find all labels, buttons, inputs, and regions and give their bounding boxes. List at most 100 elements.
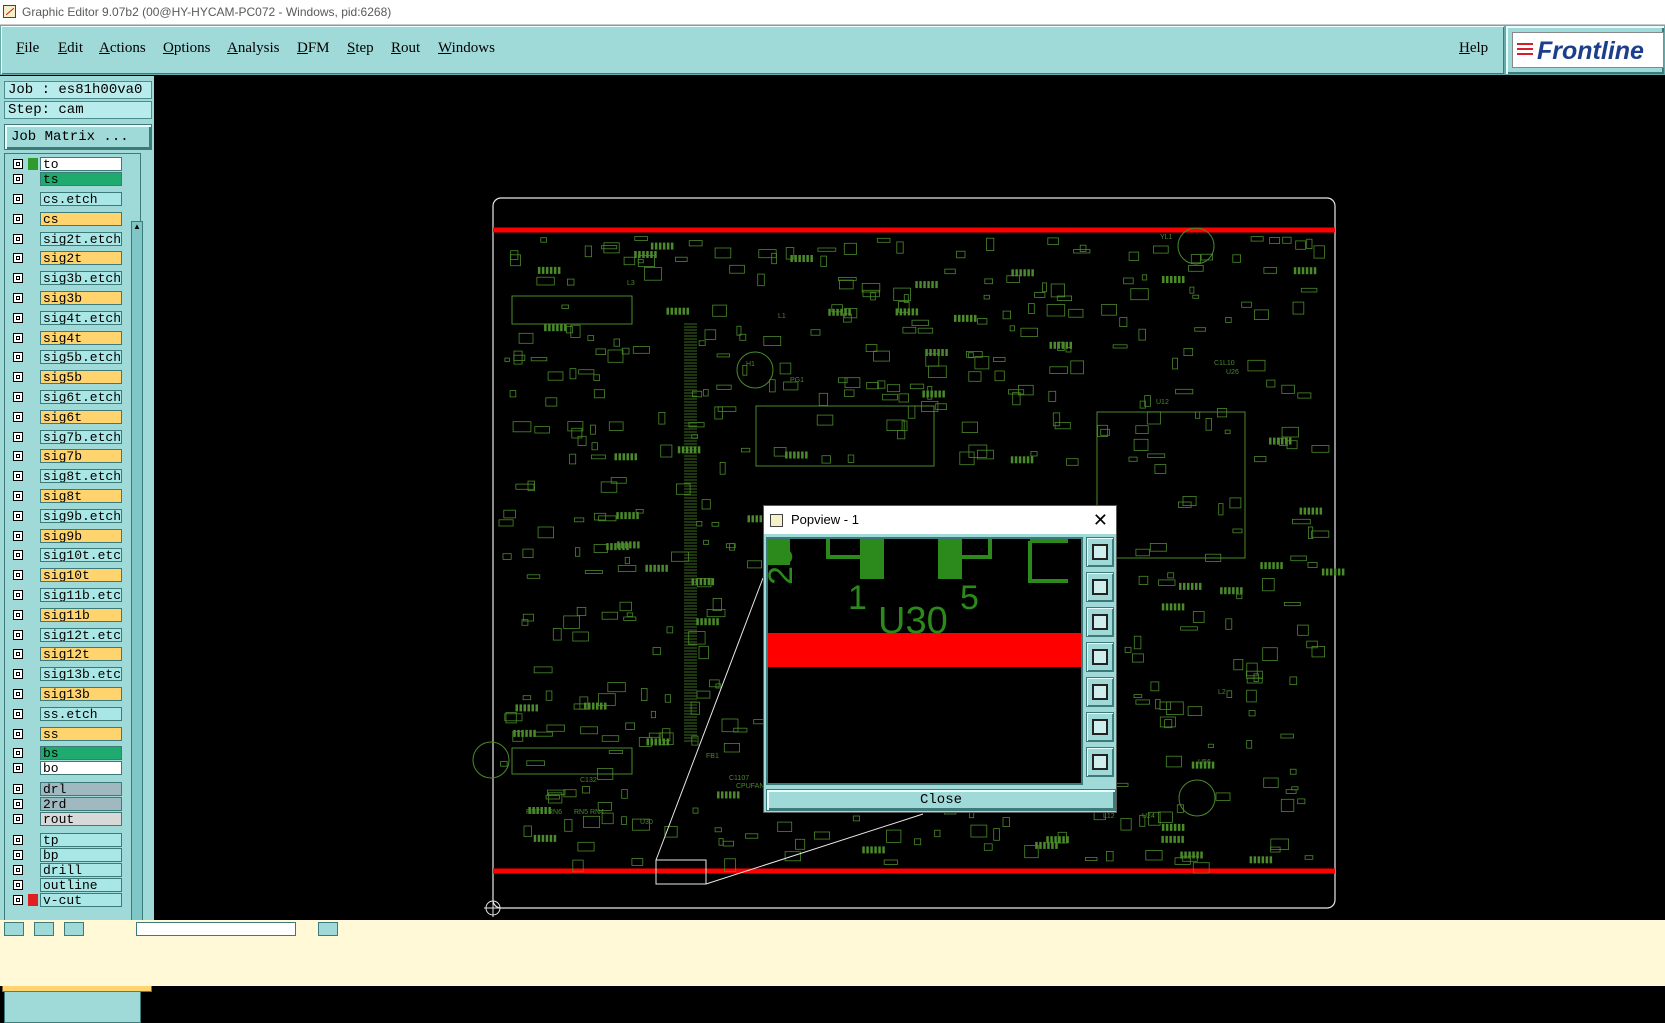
layer-name[interactable]: sig8t <box>40 489 122 503</box>
pan-right-icon[interactable] <box>1086 677 1114 707</box>
layer-checkbox[interactable] <box>13 895 23 906</box>
layer-checkbox[interactable] <box>13 293 23 303</box>
layer-checkbox[interactable] <box>13 850 23 861</box>
popview-titlebar[interactable]: Popview - 1 ✕ <box>764 506 1116 534</box>
layer-row-sig3b[interactable]: sig3b <box>7 291 127 305</box>
layer-name[interactable]: sig9b <box>40 528 122 543</box>
layer-row-sig2t[interactable]: sig2t <box>7 251 127 266</box>
layer-row-outline[interactable]: outline <box>7 878 127 893</box>
job-matrix-button[interactable]: Job Matrix ... <box>4 124 152 150</box>
zoom-out-icon[interactable] <box>1086 747 1114 777</box>
layer-name[interactable]: sig8t.etch <box>40 469 122 484</box>
menu-windows[interactable]: Windows <box>438 40 495 57</box>
layer-row-sig2t.etch[interactable]: sig2t.etch <box>7 231 127 246</box>
layer-checkbox[interactable] <box>13 213 23 224</box>
layer-row-v-cut[interactable]: v-cut <box>7 893 127 908</box>
layer-row-ss.etch[interactable]: ss.etch <box>7 706 127 721</box>
layer-row-rout[interactable]: rout <box>7 812 127 827</box>
layer-checkbox[interactable] <box>13 253 23 264</box>
layer-name[interactable]: sig7b.etch <box>40 429 122 444</box>
layer-name[interactable]: sig10t.etch <box>40 548 122 563</box>
layer-row-2rd[interactable]: 2rd <box>7 797 127 812</box>
menu-analysis[interactable]: Analysis <box>227 40 280 57</box>
layer-row-sig11b.etch[interactable]: sig11b.etch <box>7 588 127 602</box>
layer-checkbox[interactable] <box>13 799 23 810</box>
layer-row-sig12t.etch[interactable]: sig12t.etch <box>7 627 127 642</box>
layer-name[interactable]: bs <box>40 746 122 761</box>
layer-checkbox[interactable] <box>13 629 23 640</box>
layer-row-sig8t[interactable]: sig8t <box>7 489 127 503</box>
layer-name[interactable]: bp <box>40 848 122 863</box>
layer-name[interactable]: bo <box>40 761 122 776</box>
layer-name[interactable]: sig2t.etch <box>40 231 122 246</box>
command-entry[interactable] <box>136 922 296 936</box>
layer-checkbox[interactable] <box>13 491 23 501</box>
layer-row-sig7b[interactable]: sig7b <box>7 449 127 464</box>
layer-name[interactable]: sig2t <box>40 251 122 266</box>
menu-step[interactable]: Step <box>347 40 374 57</box>
layer-name[interactable]: sig13b <box>40 687 122 701</box>
layer-checkbox[interactable] <box>13 835 23 846</box>
layer-list-scrollbar[interactable]: ▲ ▼ <box>131 221 143 971</box>
layer-row-sig10t.etch[interactable]: sig10t.etch <box>7 548 127 563</box>
layer-row-sig12t[interactable]: sig12t <box>7 647 127 662</box>
layer-name[interactable]: sig12t <box>40 647 122 662</box>
bottom-tool-2-icon[interactable] <box>34 922 54 936</box>
layer-row-sig9b.etch[interactable]: sig9b.etch <box>7 508 127 523</box>
layer-row-sig7b.etch[interactable]: sig7b.etch <box>7 429 127 444</box>
layer-checkbox[interactable] <box>13 784 23 795</box>
menu-help[interactable]: Help <box>1459 40 1488 57</box>
popview-close-button[interactable]: Close <box>766 789 1116 811</box>
layer-checkbox[interactable] <box>13 392 23 402</box>
layer-name[interactable]: drill <box>40 863 122 878</box>
pan-up-icon[interactable] <box>1086 572 1114 602</box>
layer-checkbox[interactable] <box>13 708 23 719</box>
layer-checkbox[interactable] <box>13 431 23 442</box>
layer-name[interactable]: sig6t.etch <box>40 390 122 404</box>
layer-checkbox[interactable] <box>13 194 23 204</box>
layer-row-sig4t[interactable]: sig4t <box>7 330 127 345</box>
layer-checkbox[interactable] <box>13 865 23 876</box>
zoom-in-icon[interactable] <box>1086 712 1114 742</box>
layer-name[interactable]: ss <box>40 726 122 741</box>
layer-name[interactable]: sig9b.etch <box>40 508 122 523</box>
layer-checkbox[interactable] <box>13 411 23 422</box>
layer-name[interactable]: sig5b <box>40 370 122 385</box>
layer-name[interactable]: sig3b <box>40 291 122 305</box>
layer-name[interactable]: sig6t <box>40 409 122 424</box>
layer-row-ts[interactable]: ts <box>7 172 127 186</box>
menu-actions[interactable]: Actions <box>99 40 146 57</box>
layer-name[interactable]: ts <box>40 172 122 186</box>
layer-checkbox[interactable] <box>13 609 23 620</box>
layer-checkbox[interactable] <box>13 233 23 244</box>
layer-row-sig9b[interactable]: sig9b <box>7 528 127 543</box>
layer-row-sig8t.etch[interactable]: sig8t.etch <box>7 469 127 484</box>
layer-checkbox[interactable] <box>13 689 23 699</box>
layer-row-sig6t.etch[interactable]: sig6t.etch <box>7 390 127 404</box>
layer-name[interactable]: sig13b.etch <box>40 667 122 682</box>
layer-name[interactable]: tp <box>40 833 122 848</box>
layer-name[interactable]: ss.etch <box>40 706 122 721</box>
layer-name[interactable]: drl <box>40 782 122 797</box>
layer-checkbox[interactable] <box>13 880 23 891</box>
layer-checkbox[interactable] <box>13 570 23 581</box>
layer-checkbox[interactable] <box>13 763 23 774</box>
layer-row-sig11b[interactable]: sig11b <box>7 607 127 622</box>
menu-dfm[interactable]: DFM <box>297 40 330 57</box>
layer-name[interactable]: 2rd <box>40 797 122 812</box>
layer-row-bs[interactable]: bs <box>7 746 127 761</box>
layer-checkbox[interactable] <box>13 352 23 363</box>
layer-checkbox[interactable] <box>13 273 23 284</box>
layer-checkbox[interactable] <box>13 332 23 343</box>
layer-name[interactable]: sig7b <box>40 449 122 464</box>
close-icon[interactable]: ✕ <box>1093 506 1108 534</box>
zoom-fit-icon[interactable] <box>1086 537 1114 567</box>
layer-row-drill[interactable]: drill <box>7 863 127 878</box>
layer-row-cs[interactable]: cs <box>7 211 127 226</box>
bottom-tool-4-icon[interactable] <box>318 922 338 936</box>
layer-row-cs.etch[interactable]: cs.etch <box>7 192 127 206</box>
layer-row-sig5b[interactable]: sig5b <box>7 370 127 385</box>
layer-row-bo[interactable]: bo <box>7 761 127 776</box>
layer-row-to[interactable]: to <box>7 157 127 171</box>
layer-name[interactable]: sig12t.etch <box>40 627 122 642</box>
